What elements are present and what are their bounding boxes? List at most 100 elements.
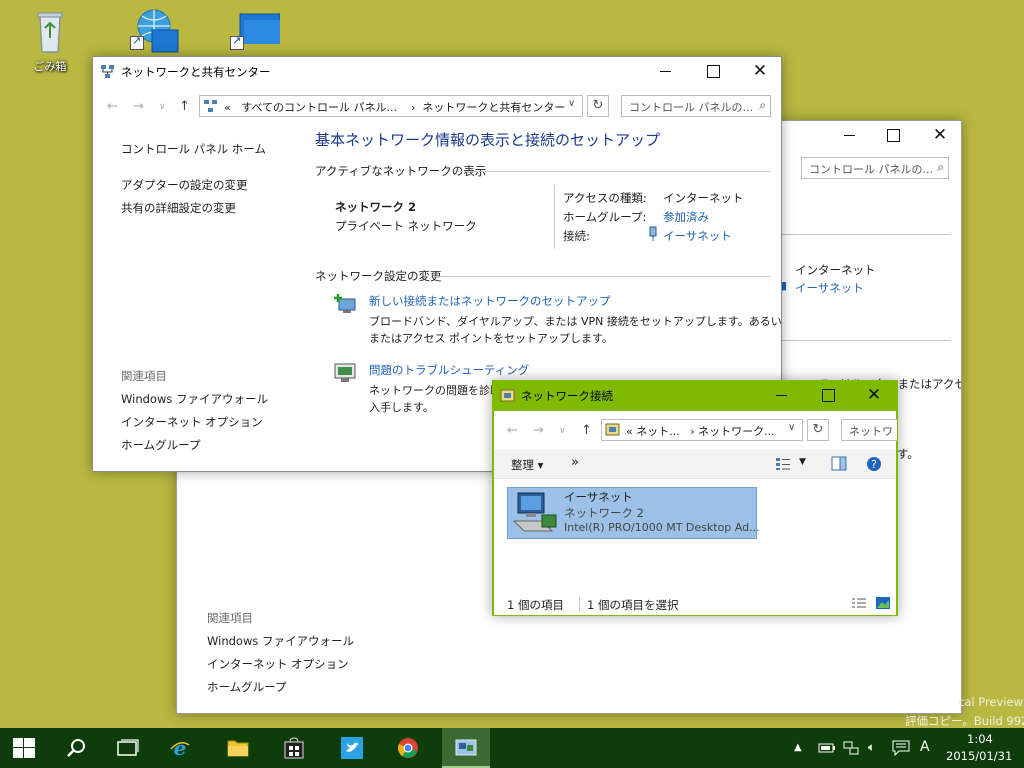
page-title: 基本ネットワーク情報の表示と接続のセットアップ	[315, 131, 661, 149]
search-box[interactable]: コントロール パネルの... ⌕	[621, 95, 771, 117]
new-connection-description: ブロードバンド、ダイヤルアップ、または VPN 接続をセットアップします。あるい…	[369, 315, 782, 328]
ethernet-connection-item[interactable]: イーサネット ネットワーク 2 Intel(R) PRO/1000 MT Des…	[507, 487, 760, 539]
chevron-down-icon[interactable]: ∨	[568, 98, 575, 109]
title-bar[interactable]: ネットワークと共有センター ✕	[93, 57, 781, 87]
breadcrumb-prefix[interactable]: «	[626, 425, 633, 438]
ime-indicator[interactable]: A	[920, 739, 930, 755]
chrome-button[interactable]	[384, 728, 432, 768]
up-arrow-icon[interactable]: ↑	[581, 423, 592, 438]
minimize-button[interactable]	[827, 121, 873, 149]
network-type: プライベート ネットワーク	[335, 219, 477, 233]
refresh-button[interactable]: ↻	[807, 419, 829, 441]
internet-options-link[interactable]: インターネット オプション	[207, 656, 349, 672]
start-button[interactable]	[0, 728, 48, 768]
network-center-icon	[101, 65, 114, 78]
breadcrumb-network-center[interactable]: ネットワークと共有センター	[422, 101, 565, 114]
file-explorer-button[interactable]	[214, 728, 262, 768]
search-box[interactable]: ネットワ	[841, 419, 897, 441]
access-type-label: アクセスの種類:	[563, 191, 647, 205]
breadcrumb-network-connections[interactable]: ネットワーク...	[698, 425, 775, 438]
maximize-button[interactable]	[870, 121, 916, 149]
address-bar[interactable]: « ネット... › ネットワーク... ∨	[601, 419, 803, 441]
firewall-link[interactable]: Windows ファイアウォール	[207, 633, 354, 649]
status-selected-count: 1 個の項目を選択	[587, 598, 679, 612]
twitter-icon	[341, 737, 363, 759]
network-tray-icon[interactable]	[843, 740, 859, 756]
breadcrumb: « ネット... › ネットワーク...	[626, 423, 775, 439]
recycle-bin-icon[interactable]: ごみ箱	[20, 8, 80, 74]
troubleshoot-link[interactable]: 問題のトラブルシューティング	[369, 362, 529, 378]
maximize-button[interactable]	[690, 57, 736, 85]
adapter-settings-link[interactable]: アダプターの設定の変更	[121, 177, 248, 193]
back-arrow-icon[interactable]: ←	[107, 99, 118, 114]
access-type-value: インターネット	[795, 263, 876, 277]
refresh-button[interactable]: ↻	[587, 95, 609, 117]
action-center-icon[interactable]	[892, 740, 910, 756]
forward-arrow-icon[interactable]: →	[533, 423, 544, 438]
breadcrumb-all-control-panel[interactable]: すべてのコントロール パネル...	[241, 101, 397, 114]
back-arrow-icon[interactable]: ←	[507, 423, 518, 438]
advanced-sharing-link[interactable]: 共有の詳細設定の変更	[121, 200, 236, 216]
change-view-icon[interactable]	[775, 457, 791, 471]
internet-options-link[interactable]: インターネット オプション	[121, 414, 263, 430]
window-title: ネットワーク接続	[521, 389, 613, 403]
store-button[interactable]	[270, 728, 318, 768]
maximize-button[interactable]	[805, 381, 851, 409]
close-button[interactable]: ✕	[851, 381, 897, 409]
homegroup-link[interactable]: ホームグループ	[121, 437, 200, 453]
related-heading: 関連項目	[207, 611, 253, 625]
show-hidden-icons-chevron-icon[interactable]: ▲	[794, 742, 802, 753]
store-icon	[284, 737, 304, 759]
network-name: ネットワーク 2	[335, 200, 417, 214]
chevron-down-icon[interactable]: ∨	[788, 422, 795, 433]
recent-chevron-icon[interactable]: ∨	[559, 426, 566, 436]
homegroup-link[interactable]: ホームグループ	[207, 679, 286, 695]
search-box[interactable]: コントロール パネルの... ⌕	[801, 157, 949, 179]
clock-date[interactable]: 2015/01/31	[946, 749, 1012, 763]
breadcrumb-prefix[interactable]: «	[224, 101, 231, 114]
breadcrumb: « すべてのコントロール パネル... › ネットワークと共有センター	[224, 99, 565, 115]
ethernet-link[interactable]: イーサネット	[795, 280, 864, 296]
preview-pane-icon[interactable]	[831, 456, 847, 471]
view-dropdown-chevron-icon[interactable]: ▼	[799, 457, 806, 467]
troubleshoot-icon	[334, 363, 356, 382]
more-commands-button[interactable]: »	[571, 455, 579, 470]
window-title: ネットワークと共有センター	[121, 65, 271, 79]
taskbar: e ▲ 🔈︎ A 1:04 2015/01/31	[0, 728, 1024, 768]
network-connections-taskbar-button[interactable]	[442, 728, 490, 768]
organize-button[interactable]: 整理 ▾	[511, 457, 543, 473]
large-icons-view-icon[interactable]	[875, 596, 891, 610]
change-settings-heading: ネットワーク設定の変更	[315, 269, 442, 283]
ie-button[interactable]: e	[156, 728, 204, 768]
control-panel-home-link[interactable]: コントロール パネル ホーム	[121, 141, 266, 157]
minimize-button[interactable]	[759, 381, 805, 409]
volume-icon[interactable]: 🔈︎	[868, 740, 875, 755]
network-connections-window[interactable]: ネットワーク接続 ✕ ← → ∨ ↑ « ネット... › ネットワーク... …	[492, 380, 898, 616]
task-view-button[interactable]	[104, 728, 152, 768]
close-button[interactable]: ✕	[737, 57, 781, 85]
help-icon[interactable]: ?	[866, 456, 882, 472]
network-shortcut-icon[interactable]	[122, 6, 182, 53]
homegroup-joined-link[interactable]: 参加済み	[663, 209, 709, 225]
battery-icon[interactable]	[818, 741, 836, 755]
minimize-button[interactable]	[643, 57, 689, 85]
forward-arrow-icon[interactable]: →	[133, 99, 144, 114]
divider	[777, 234, 951, 235]
twitter-button[interactable]	[328, 728, 376, 768]
search-button[interactable]	[52, 728, 100, 768]
search-placeholder: コントロール パネルの...	[809, 163, 933, 176]
close-button[interactable]: ✕	[917, 121, 961, 149]
divider	[433, 276, 771, 277]
title-bar[interactable]: ネットワーク接続 ✕	[493, 381, 897, 411]
new-connection-link[interactable]: 新しい接続またはネットワークのセットアップ	[369, 293, 611, 309]
address-bar[interactable]: « すべてのコントロール パネル... › ネットワークと共有センター ∨	[199, 95, 583, 117]
folder-icon	[227, 740, 249, 757]
clock-time[interactable]: 1:04	[967, 732, 993, 746]
firewall-link[interactable]: Windows ファイアウォール	[121, 391, 268, 407]
ethernet-link[interactable]: イーサネット	[663, 228, 732, 244]
breadcrumb-network[interactable]: ネット...	[636, 425, 680, 438]
details-view-icon[interactable]	[851, 597, 867, 611]
up-arrow-icon[interactable]: ↑	[179, 99, 190, 114]
recent-chevron-icon[interactable]: ∨	[159, 102, 166, 112]
display-shortcut-icon[interactable]	[222, 6, 282, 50]
